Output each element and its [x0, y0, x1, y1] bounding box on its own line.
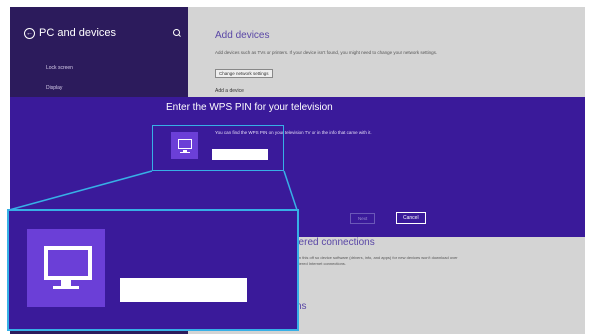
- highlight-box: [152, 125, 284, 171]
- cancel-button[interactable]: Cancel: [396, 212, 426, 224]
- wps-pin-input-zoomed[interactable]: [120, 278, 247, 302]
- search-icon[interactable]: [173, 29, 180, 36]
- metered-connections-description: Turn this off so device software (driver…: [293, 255, 458, 266]
- add-device-button[interactable]: Add a device: [215, 88, 244, 94]
- sidebar-title: PC and devices: [39, 27, 117, 39]
- add-devices-description: Add devices such as TVs or printers. If …: [215, 50, 438, 55]
- metered-connections-heading: dered connections: [293, 237, 375, 248]
- change-network-settings-button[interactable]: Change network settings: [215, 69, 273, 78]
- sidebar-item-lock-screen[interactable]: Lock screen: [46, 65, 73, 71]
- sidebar-item-display[interactable]: Display: [46, 85, 62, 91]
- monitor-icon-large: [27, 229, 105, 307]
- sidebar-header: ← PC and devices: [24, 27, 116, 39]
- back-arrow-icon[interactable]: ←: [24, 27, 35, 39]
- zoom-inset: [7, 209, 299, 331]
- add-devices-heading: Add devices: [215, 30, 270, 41]
- next-button[interactable]: Next: [350, 213, 376, 224]
- dialog-title: Enter the WPS PIN for your television: [166, 102, 333, 113]
